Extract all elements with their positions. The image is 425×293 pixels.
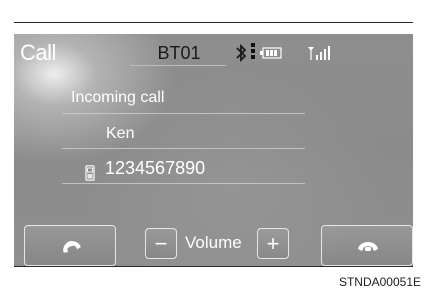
call-status: Incoming call [71, 89, 165, 106]
plus-icon: + [266, 231, 280, 256]
minus-icon: − [154, 231, 168, 256]
battery-icon [260, 47, 282, 59]
divider [62, 148, 305, 149]
caller-name: Ken [106, 125, 135, 142]
bluetooth-level-icon [251, 43, 255, 59]
bluetooth-icon [236, 44, 247, 62]
signal-strength-icon [308, 46, 330, 60]
frame-bottom-line [14, 266, 413, 267]
mobile-phone-icon [85, 165, 95, 181]
end-call-button[interactable] [321, 225, 413, 266]
device-name: BT01 [157, 43, 201, 63]
divider [62, 183, 305, 184]
accept-call-button[interactable] [24, 225, 116, 266]
volume-down-button[interactable]: − [145, 228, 177, 259]
handset-icon [358, 242, 378, 251]
device-underline [130, 65, 226, 66]
screen-title: Call [20, 40, 56, 65]
handset-icon [63, 240, 81, 253]
caller-number: 1234567890 [105, 158, 206, 178]
divider [62, 113, 305, 114]
call-screen: Call BT01 Incoming call Ken 1234567890 −… [14, 34, 413, 266]
volume-up-button[interactable]: + [257, 228, 289, 259]
frame-top-line [14, 22, 413, 23]
volume-label: Volume [185, 233, 242, 252]
figure-code: STNDA00051E [338, 275, 421, 289]
